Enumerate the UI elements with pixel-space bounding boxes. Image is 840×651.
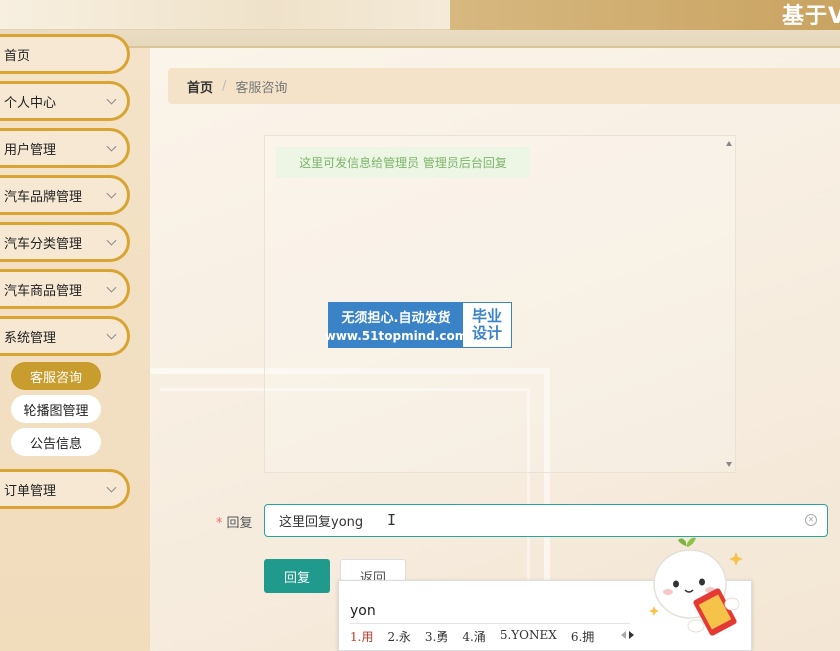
sidebar-subitem-carousel-management[interactable]: 轮播图管理 [11, 395, 101, 423]
sidebar-subitem-announcements[interactable]: 公告信息 [11, 428, 101, 456]
sidebar-item-label: 汽车分类管理 [4, 236, 83, 252]
watermark-right: 毕业 设计 [463, 303, 511, 347]
ime-candidate[interactable]: 5.YONEX [500, 628, 557, 645]
i-beam-cursor-icon: I [387, 511, 397, 529]
chevron-down-icon [106, 235, 117, 246]
watermark-left: 无须担心.自动发货 www.51topmind.com [325, 303, 467, 347]
top-header: 基于V [0, 0, 840, 48]
chevron-down-icon [106, 482, 117, 493]
reply-label-text: 回复 [226, 516, 253, 531]
reply-field-label: * 回复 [216, 512, 253, 531]
sidebar: 首页 个人中心 用户管理 汽车品牌管理 汽车分类管理 汽车商品管理 系统管理 客… [0, 34, 150, 651]
watermark-word: 设计 [471, 324, 502, 342]
header-decoration [0, 0, 450, 30]
sidebar-item-car-category-management[interactable]: 汽车分类管理 [0, 222, 130, 262]
watermark-word: 毕业 [471, 306, 502, 325]
ime-candidate[interactable]: 6.拥 [571, 628, 594, 645]
site-title: 基于V [781, 4, 840, 29]
header-banner: 基于V [450, 0, 840, 30]
watermark-badge: 无须担心.自动发货 www.51topmind.com 毕业 设计 [325, 302, 512, 348]
chevron-down-icon [106, 329, 117, 340]
ime-candidate[interactable]: 3.勇 [425, 628, 448, 645]
chevron-down-icon [106, 141, 117, 152]
ime-candidate[interactable]: 1.用 [350, 628, 373, 645]
watermark-url: www.51topmind.com [324, 329, 468, 343]
sidebar-item-label: 汽车品牌管理 [4, 189, 83, 205]
breadcrumb-separator: / [222, 78, 227, 94]
sidebar-item-car-brand-management[interactable]: 汽车品牌管理 [0, 175, 130, 215]
sidebar-item-system-management[interactable]: 系统管理 [0, 316, 130, 356]
caret-right-icon[interactable] [629, 631, 634, 639]
sidebar-item-label: 用户管理 [4, 142, 57, 158]
watermark-slogan: 无须担心.自动发货 [341, 311, 451, 326]
chevron-down-icon [106, 94, 117, 105]
circle-close-icon[interactable]: ✕ [805, 514, 817, 526]
caret-left-icon[interactable] [621, 631, 626, 639]
sidebar-item-label: 首页 [4, 48, 31, 64]
chat-message: 这里可发信息给管理员 管理员后台回复 [276, 147, 530, 178]
required-mark: * [216, 516, 223, 531]
ime-composition: yon [350, 603, 376, 619]
sidebar-item-label: 系统管理 [4, 330, 57, 346]
sidebar-item-label: 个人中心 [4, 95, 57, 111]
breadcrumb: 首页 / 客服咨询 [168, 68, 840, 104]
mascot-sticker-icon [649, 537, 743, 636]
sidebar-item-personal-center[interactable]: 个人中心 [0, 81, 130, 121]
sidebar-subitem-customer-service[interactable]: 客服咨询 [11, 362, 101, 390]
scroll-down-arrow-icon[interactable] [726, 462, 732, 467]
ime-candidate[interactable]: 2.永 [387, 628, 410, 645]
reply-input[interactable] [264, 504, 828, 537]
breadcrumb-current: 客服咨询 [235, 80, 288, 96]
ime-divider [350, 623, 630, 624]
scroll-up-arrow-icon[interactable] [726, 141, 732, 146]
breadcrumb-home[interactable]: 首页 [187, 77, 213, 96]
sidebar-item-home[interactable]: 首页 [0, 34, 130, 74]
chevron-down-icon [106, 282, 117, 293]
sidebar-item-label: 汽车商品管理 [4, 283, 83, 299]
sidebar-item-user-management[interactable]: 用户管理 [0, 128, 130, 168]
ime-page-arrows[interactable] [621, 631, 634, 639]
reply-button[interactable]: 回复 [264, 559, 330, 593]
sidebar-item-order-management[interactable]: 订单管理 [0, 469, 130, 509]
sidebar-item-car-product-management[interactable]: 汽车商品管理 [0, 269, 130, 309]
sidebar-item-label: 订单管理 [4, 483, 57, 499]
chevron-down-icon [106, 188, 117, 199]
ime-candidate[interactable]: 4.涌 [462, 628, 485, 645]
ime-candidate-list: 1.用 2.永 3.勇 4.涌 5.YONEX 6.拥 [350, 628, 594, 645]
